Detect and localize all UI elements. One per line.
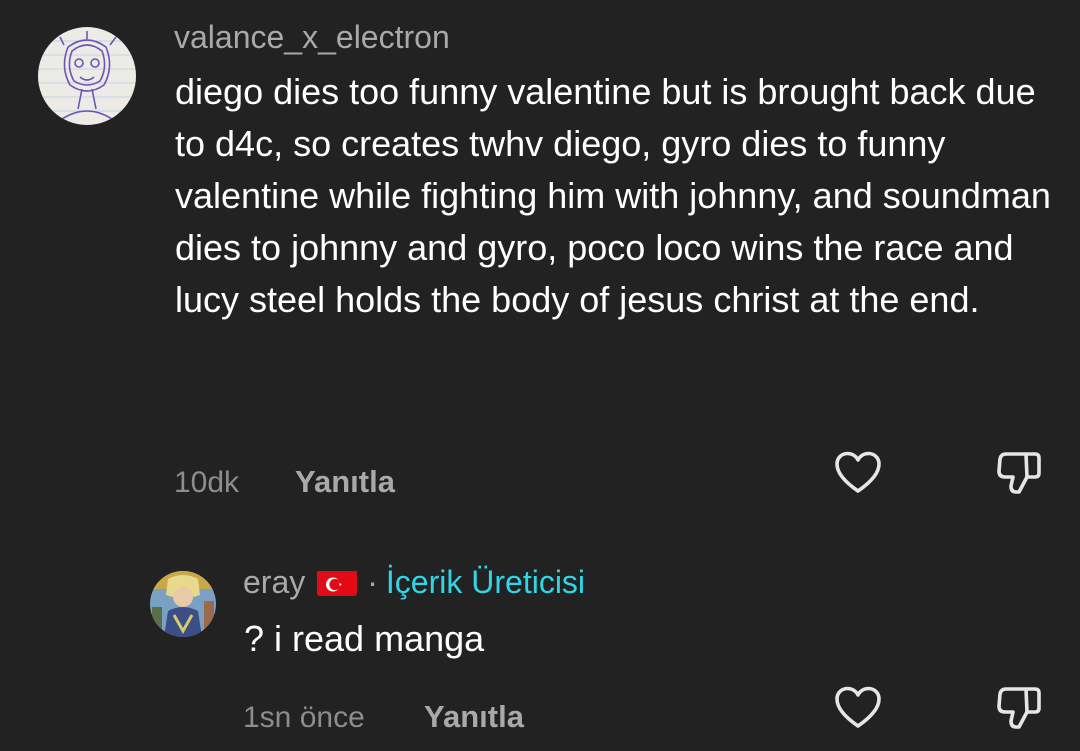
creator-badge: İçerik Üreticisi: [385, 564, 586, 600]
turkey-flag-icon: [317, 569, 358, 596]
comment-username[interactable]: valance_x_electron: [174, 19, 450, 55]
reply-username[interactable]: eray: [243, 564, 305, 600]
comments-screen: valance_x_electron diego dies too funny …: [0, 0, 1080, 751]
comment-timestamp: 10dk: [174, 466, 240, 499]
heart-icon: [835, 686, 881, 728]
reply-header: eray · İçerik Üreticisi: [243, 564, 585, 600]
like-button[interactable]: [834, 451, 882, 495]
reply-timestamp: 1sn önce: [243, 701, 365, 734]
comment-text: diego dies too funny valentine but is br…: [175, 71, 1051, 320]
manga-character-icon: [150, 571, 216, 637]
dislike-button[interactable]: [996, 449, 1042, 495]
thumbs-down-icon: [997, 452, 1041, 494]
heart-icon: [835, 451, 881, 493]
like-button[interactable]: [834, 686, 882, 730]
avatar[interactable]: [38, 27, 136, 125]
avatar[interactable]: [150, 571, 216, 637]
separator-dot: ·: [367, 564, 378, 600]
comment-item: valance_x_electron diego dies too funny …: [0, 0, 1080, 520]
reply-button[interactable]: Yanıtla: [424, 700, 524, 734]
reply-text: ? i read manga: [244, 618, 485, 659]
sketch-portrait-icon: [38, 27, 136, 125]
reply-item: eray · İçerik Üreticisi ? i read manga 1…: [0, 540, 1080, 751]
thumbs-down-icon: [997, 687, 1041, 729]
dislike-button[interactable]: [996, 684, 1042, 730]
reply-button[interactable]: Yanıtla: [295, 465, 395, 499]
